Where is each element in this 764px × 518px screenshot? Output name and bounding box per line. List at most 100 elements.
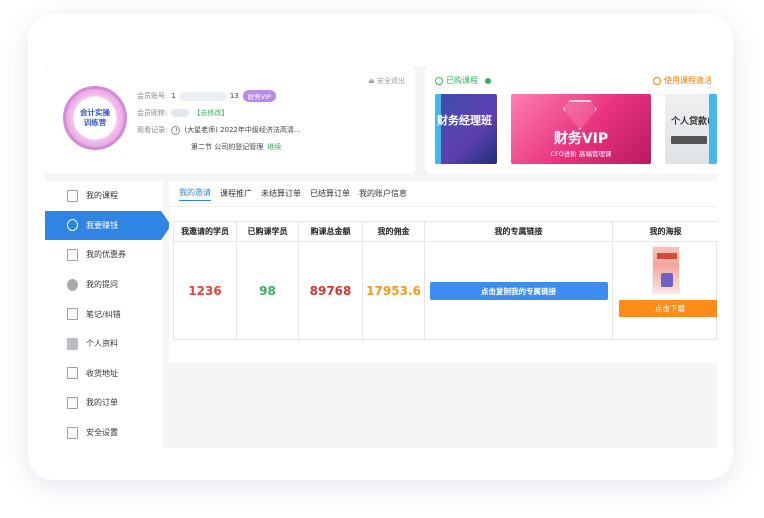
course-thumb-vip[interactable]: 财务VIP CFO进阶 高端管理课 [511,94,651,164]
profile-icon [67,337,78,350]
sidebar-item-label: 安全设置 [86,428,118,438]
invited-count: 1236 [188,284,222,298]
sidebar: 我的课程 我要赚钱 我的优惠券 我的提问 笔记/纠错 个人资料 收货地址 我的订… [45,181,171,448]
circle-arrow-icon [435,76,443,85]
table-header: 我的专属链接 [425,222,612,242]
copy-link-button[interactable]: 点击复制我的专属链接 [429,282,608,300]
note-icon [67,308,78,321]
tab-my-invites[interactable]: 我的邀请 [179,187,211,201]
poster-thumbnail[interactable] [651,246,680,294]
profile-card: 会计实操 训练营 会员账号: 1 13 财务VIP 会员昵称: 【去修改】 观看… [45,66,415,174]
tab-course-promotion[interactable]: 课程推广 [220,188,252,199]
thumb1-title: 财务经理班 [437,114,492,127]
sidebar-item-my-courses[interactable]: 我的课程 [45,181,163,211]
clock-icon [171,125,181,135]
table-header: 已购课学员 [237,222,298,242]
courses-panel: 已购课程 使用课程激活 财务经理班 财务VIP CFO进阶 高端管理课 个人贷款… [425,66,717,174]
sidebar-item-orders[interactable]: 我的订单 [45,388,163,418]
nickname-label: 会员昵称: [137,109,168,117]
account-prefix: 1 [171,92,176,100]
thumb2-title: 财务VIP [553,131,609,147]
account-suffix: 13 [229,92,239,100]
sidebar-item-security[interactable]: 安全设置 [45,418,163,448]
nickname-row: 会员昵称: 【去修改】 [137,108,228,118]
tab-activate-courses[interactable]: 使用课程激活 [653,75,712,86]
link-cell: 点击复制我的专属链接 [425,242,612,340]
course-thumb-loan[interactable]: 个人贷款(初 [665,94,717,164]
logout-icon: ⏏ [368,77,375,85]
content-footer [169,363,717,448]
active-dot [485,77,491,84]
poster-cell: 点击下载 [613,246,717,317]
purchased-count: 98 [259,284,276,298]
scroll-edge [435,94,441,164]
col-invited: 我邀请的学员 1236 [174,222,237,341]
table-header: 我的海报 [613,222,717,242]
address-icon [67,367,78,380]
nickname-mask [171,109,190,117]
lesson-row: 第二节 公司的登记管理 继续 [191,142,281,152]
table-header: 我邀请的学员 [174,222,236,242]
continue-link[interactable]: 继续 [267,142,281,152]
activate-courses-label: 使用课程激活 [664,76,712,85]
order-icon [67,396,78,409]
sidebar-item-label: 个人资料 [86,339,118,349]
thumb2-subtitle: CFO进阶 高端管理课 [550,150,612,158]
avatar[interactable]: 会计实操 训练营 [63,86,127,150]
sidebar-item-label: 笔记/纠错 [86,309,121,319]
history-value[interactable]: (大星老师) 2022年中级经济法高清... [184,125,300,135]
question-icon [67,278,78,291]
coin-icon [67,219,78,232]
sidebar-item-label: 我的课程 [86,191,118,201]
col-link: 我的专属链接 点击复制我的专属链接 [425,222,613,341]
sidebar-item-questions[interactable]: 我的提问 [45,270,163,300]
col-purchased: 已购课学员 98 [237,222,299,341]
account-mask [179,91,226,101]
table-header: 我的佣金 [363,222,424,242]
col-commission: 我的佣金 17953.6 [363,222,425,341]
tab-account-info[interactable]: 我的账户信息 [359,188,407,199]
security-icon [67,426,78,439]
logout-label: 安全退出 [377,77,405,85]
tab-purchased-courses[interactable]: 已购课程 [435,75,491,86]
col-total-amount: 购课总金额 89768 [299,222,363,341]
sidebar-item-label: 收货地址 [86,368,118,378]
logout-button[interactable]: ⏏ 安全退出 [368,76,405,86]
download-poster-button[interactable]: 点击下载 [619,300,717,317]
account-label: 会员账号: [137,92,168,100]
scroll-edge [709,94,717,164]
vip-badge: 财务VIP [242,90,277,102]
table-header: 购课总金额 [299,222,362,242]
coupon-icon [67,248,78,261]
history-row: 观看记录: (大星老师) 2022年中级经济法高清... [137,125,301,135]
avatar-text: 会计实操 训练营 [80,108,110,127]
commission-amount: 17953.6 [366,284,421,298]
diamond-icon [563,100,597,130]
account-row: 会员账号: 1 13 财务VIP [137,90,277,102]
col-poster: 我的海报 点击下载 [613,222,717,341]
lesson-title: 第二节 公司的登记管理 [191,143,264,151]
purchased-courses-label: 已购课程 [446,76,478,85]
edit-nickname-link[interactable]: 【去修改】 [193,108,228,118]
user-center: 会计实操 训练营 会员账号: 1 13 财务VIP 会员昵称: 【去修改】 观看… [45,66,717,448]
sidebar-item-notes[interactable]: 笔记/纠错 [45,299,163,329]
sidebar-item-earn-money[interactable]: 我要赚钱 [45,210,171,241]
thumb3-tag [671,136,707,144]
tab-unsettled-orders[interactable]: 未结算订单 [261,188,301,199]
book-icon [67,189,78,202]
course-thumb-manager[interactable]: 财务经理班 [435,94,497,164]
sidebar-item-label: 我的订单 [86,398,118,408]
sidebar-item-label: 我的提问 [86,280,118,290]
circle-arrow-icon [653,76,661,85]
sidebar-item-profile[interactable]: 个人资料 [45,329,163,359]
tab-settled-orders[interactable]: 已结算订单 [310,188,350,199]
sidebar-item-label: 我的优惠券 [86,250,126,260]
sidebar-item-coupons[interactable]: 我的优惠券 [45,240,163,270]
sidebar-item-address[interactable]: 收货地址 [45,359,163,389]
earnings-table: 我邀请的学员 1236 已购课学员 98 购课总金额 89768 我的佣金 17… [173,221,717,341]
history-label: 观看记录: [137,126,168,134]
total-amount: 89768 [309,284,352,298]
tab-bar: 我的邀请 课程推广 未结算订单 已结算订单 我的账户信息 [169,181,717,207]
main-content: 我的邀请 课程推广 未结算订单 已结算订单 我的账户信息 我邀请的学员 1236… [169,181,717,448]
sidebar-item-label: 我要赚钱 [86,220,118,230]
